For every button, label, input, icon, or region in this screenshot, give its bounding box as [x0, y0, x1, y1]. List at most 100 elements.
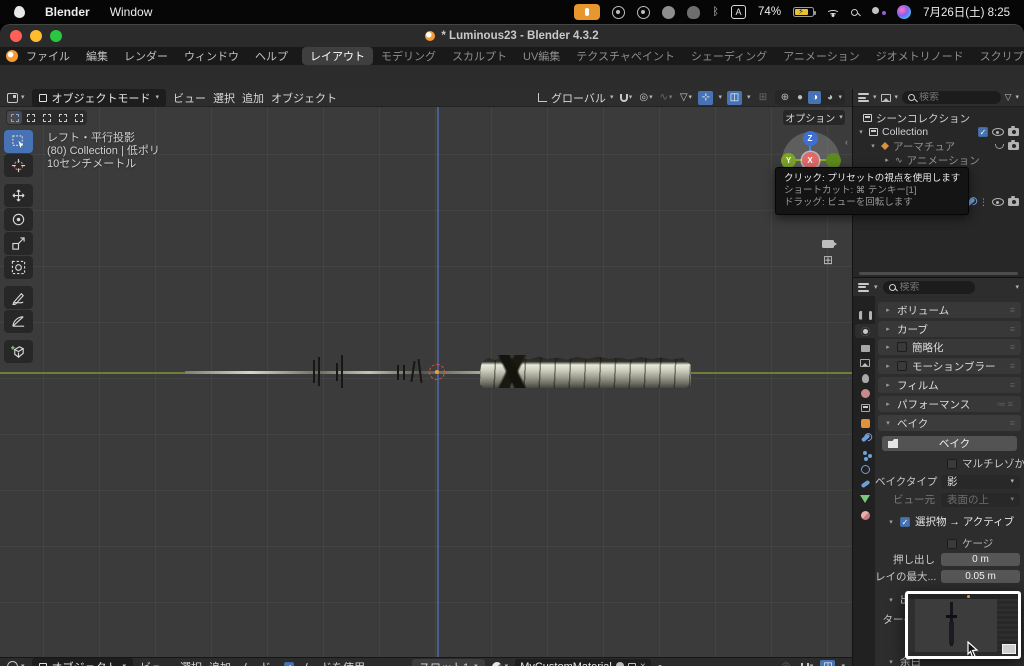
- viewport-menu-view[interactable]: ビュー: [173, 90, 206, 106]
- render-visibility-icon[interactable]: [1008, 140, 1019, 150]
- new-material-icon[interactable]: [625, 662, 636, 666]
- viewport-menu-object[interactable]: オブジェクト: [271, 90, 337, 106]
- outliner-row-collection[interactable]: ▾ Collection ✓: [853, 125, 1024, 139]
- options-dropdown[interactable]: オプション ▾: [783, 110, 845, 125]
- disclosure-icon[interactable]: ▸: [883, 156, 891, 164]
- use-nodes-toggle[interactable]: ✓ ノードを使用: [284, 659, 365, 666]
- section-performance[interactable]: ▸ パフォーマンス ≔≡: [878, 396, 1021, 412]
- outliner-filter-icon[interactable]: ▽: [1005, 92, 1012, 103]
- shading-rendered-icon[interactable]: ◕: [823, 91, 836, 104]
- tool-transform[interactable]: [4, 256, 33, 279]
- selected-to-active-checkbox[interactable]: ✓: [900, 516, 910, 527]
- editor-type-selector[interactable]: ▾: [7, 92, 25, 103]
- menu-edit[interactable]: 編集: [78, 48, 116, 64]
- tab-render-properties[interactable]: [855, 324, 875, 338]
- tab-world-properties[interactable]: [855, 386, 875, 400]
- zoom-window-button[interactable]: [50, 30, 62, 42]
- sidebar-collapse-arrow[interactable]: ‹: [845, 137, 848, 147]
- section-bake[interactable]: ▾ ベイク ≡: [878, 415, 1021, 431]
- titlebar[interactable]: * Luminous23 - Blender 4.3.2: [0, 25, 1024, 47]
- wifi-icon[interactable]: [826, 7, 840, 17]
- tab-geometry-nodes[interactable]: ジオメトリノード: [868, 47, 972, 65]
- slot-selector[interactable]: スロット1▾: [412, 659, 485, 666]
- minimize-window-button[interactable]: [30, 30, 42, 42]
- unlink-material-icon[interactable]: ×: [640, 661, 646, 666]
- hide-toggle-icon[interactable]: [995, 143, 1004, 149]
- gizmo-z-plus[interactable]: Z: [802, 131, 818, 146]
- shading-solid-icon[interactable]: ●: [793, 91, 806, 104]
- shader-menu-node[interactable]: ノード: [238, 659, 271, 666]
- section-film[interactable]: ▸ フィルム ≡: [878, 377, 1021, 393]
- viewport-3d[interactable]: ▾ オブジェクトモード ▾ ビュー 選択 追加 オブジェクト グローバル ▾ ▾ ◎…: [0, 89, 852, 657]
- outliner-display-mode-icon[interactable]: [858, 93, 869, 102]
- window-menu[interactable]: Window: [110, 5, 153, 19]
- battery-icon[interactable]: ⚡: [793, 7, 817, 17]
- selected-to-active-header[interactable]: ▾ ✓ 選択物 → アクティブ: [887, 514, 1014, 529]
- menu-help[interactable]: ヘルプ: [247, 48, 296, 64]
- outliner-row-animation[interactable]: ▸ ∿ アニメーション: [853, 153, 1024, 167]
- tab-physics-properties[interactable]: [855, 462, 875, 476]
- cage-checkbox[interactable]: [947, 538, 957, 549]
- falloff-dropdown[interactable]: ∿ ▾: [658, 91, 673, 105]
- gizmo-x-axis[interactable]: X: [801, 151, 819, 169]
- use-nodes-checkbox[interactable]: ✓: [284, 661, 295, 666]
- screenshot-thumbnail[interactable]: [905, 591, 1021, 659]
- simplify-checkbox[interactable]: [897, 342, 907, 352]
- menu-window[interactable]: ウィンドウ: [176, 48, 247, 64]
- shading-material-icon[interactable]: ◑: [808, 91, 822, 104]
- spotlight-icon[interactable]: [851, 8, 859, 16]
- tool-select-box[interactable]: [4, 130, 33, 153]
- tool-move[interactable]: [4, 184, 33, 207]
- apple-menu-icon[interactable]: [14, 6, 25, 18]
- outliner-scrollbar[interactable]: [859, 272, 1018, 275]
- menu-render[interactable]: レンダー: [116, 48, 176, 64]
- properties-search-input[interactable]: [899, 281, 969, 293]
- visibility-filter[interactable]: ▽ ▾: [678, 91, 693, 105]
- outliner-row-scene-collection[interactable]: シーンコレクション: [853, 111, 1024, 125]
- input-source-icon[interactable]: A: [731, 5, 747, 19]
- select-intersect-mode[interactable]: [71, 111, 86, 124]
- tool-annotate[interactable]: [4, 286, 33, 309]
- select-extend-mode[interactable]: [23, 111, 38, 124]
- hide-eye-icon[interactable]: [992, 198, 1004, 206]
- shading-wireframe-icon[interactable]: ⊕: [778, 91, 791, 104]
- tab-modifier-properties[interactable]: [855, 431, 875, 445]
- extrusion-field[interactable]: 0 m: [941, 553, 1020, 566]
- select-difference-mode[interactable]: [55, 111, 70, 124]
- user-switch-icon[interactable]: [870, 6, 887, 18]
- render-visibility-icon[interactable]: [1008, 126, 1019, 136]
- tab-sculpting[interactable]: スカルプト: [444, 47, 515, 65]
- tab-layout[interactable]: レイアウト: [302, 47, 373, 65]
- transform-orientation[interactable]: グローバル ▾: [538, 90, 613, 106]
- tool-rotate[interactable]: [4, 208, 33, 231]
- material-name-field[interactable]: MyCustomMaterial ×: [515, 659, 651, 666]
- tab-output-properties[interactable]: [855, 341, 875, 355]
- app-status-icon[interactable]: [637, 5, 651, 19]
- mic-indicator-icon[interactable]: [574, 4, 601, 20]
- menubar-clock[interactable]: 7月26日(土) 8:25: [923, 4, 1010, 20]
- bake-type-dropdown[interactable]: 影 ▾: [941, 474, 1020, 489]
- tab-data-properties[interactable]: [855, 492, 875, 506]
- shell-status-icon[interactable]: [687, 5, 701, 19]
- show-gizmo-toggle[interactable]: ⊹: [698, 90, 714, 105]
- disclosure-icon[interactable]: ▾: [869, 142, 877, 150]
- properties-options-icon[interactable]: ▾: [1015, 284, 1019, 291]
- select-set-mode[interactable]: [7, 111, 22, 124]
- tool-cursor[interactable]: [4, 154, 33, 177]
- menu-file[interactable]: ファイル: [18, 48, 78, 64]
- bake-button[interactable]: ベイク: [882, 436, 1017, 451]
- close-window-button[interactable]: [10, 30, 22, 42]
- shader-editor-type-selector[interactable]: ▾: [7, 661, 25, 666]
- tool-scale[interactable]: [4, 232, 33, 255]
- section-motion-blur[interactable]: ▸ モーションブラー ≡: [878, 358, 1021, 374]
- tab-particle-properties[interactable]: [855, 446, 875, 460]
- viewport-menu-add[interactable]: 追加: [242, 90, 264, 106]
- tab-object-properties[interactable]: [855, 416, 875, 430]
- tab-scene-properties[interactable]: [855, 371, 875, 385]
- outliner-filter-id-icon[interactable]: [880, 93, 891, 102]
- tab-material-properties[interactable]: [855, 508, 875, 522]
- tab-tool-properties[interactable]: [855, 308, 875, 322]
- obs-status-icon[interactable]: [612, 5, 626, 19]
- section-simplify[interactable]: ▸ 簡略化 ≡: [878, 339, 1021, 355]
- mode-selector[interactable]: オブジェクトモード ▾: [31, 89, 167, 107]
